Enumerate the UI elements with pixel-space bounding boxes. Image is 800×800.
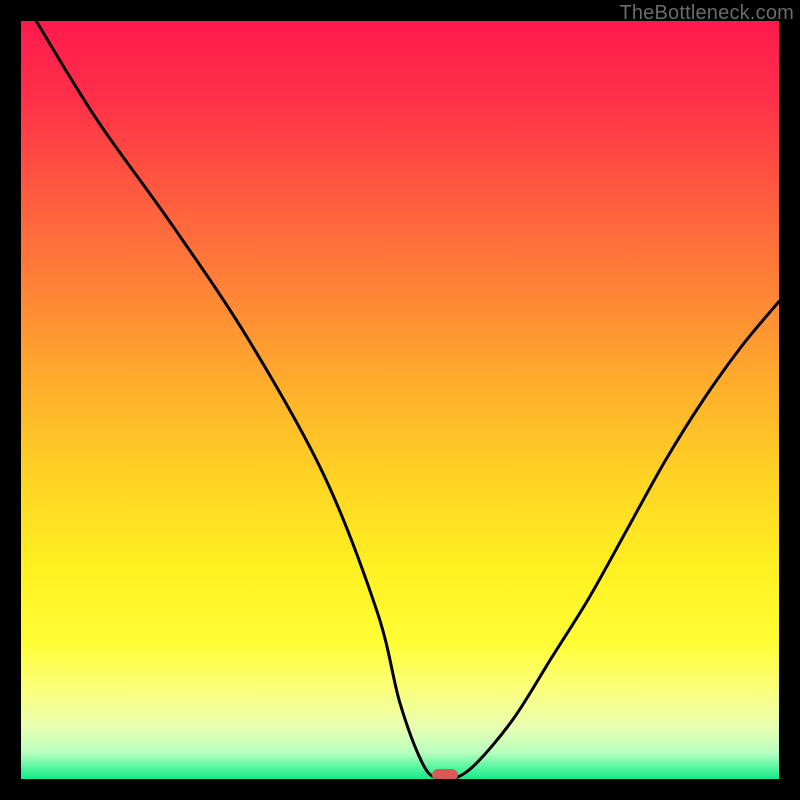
optimal-point-marker	[432, 769, 458, 779]
chart-frame: TheBottleneck.com	[0, 0, 800, 800]
bottleneck-curve	[21, 21, 779, 779]
plot-area	[21, 21, 779, 779]
watermark-text: TheBottleneck.com	[619, 2, 794, 25]
